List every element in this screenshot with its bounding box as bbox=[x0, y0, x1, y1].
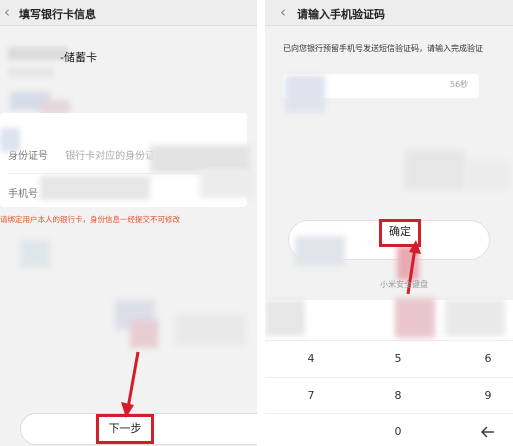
id-number-row[interactable]: 身份证号 银行卡对应的身份证号 bbox=[8, 147, 165, 162]
bank-card-info-screen: ‹ 填写银行卡信息 -储蓄卡 身份证号 银行卡对应的身份证号 手机号 请绑定用户… bbox=[0, 0, 257, 446]
panel-divider bbox=[257, 0, 265, 446]
key-6[interactable]: 6 bbox=[447, 341, 513, 377]
blurred-region bbox=[465, 160, 510, 190]
top-bar: ‹ 填写银行卡信息 bbox=[0, 0, 257, 26]
countdown-timer: 56秒 bbox=[450, 80, 469, 89]
key-0[interactable]: 0 bbox=[357, 414, 439, 446]
blurred-region bbox=[285, 75, 325, 113]
blurred-region bbox=[395, 298, 435, 338]
warning-text: 请绑定用户本人的银行卡，身份信息一经提交不可修改 bbox=[0, 215, 180, 224]
blurred-region bbox=[445, 300, 505, 336]
blurred-bank-name bbox=[8, 47, 68, 60]
id-number-label: 身份证号 bbox=[8, 151, 48, 162]
blurred-region bbox=[40, 176, 150, 200]
top-bar: ‹ 请输入手机验证码 bbox=[265, 0, 513, 26]
back-chevron-icon[interactable]: ‹ bbox=[4, 3, 10, 21]
sms-verification-screen: ‹ 请输入手机验证码 已向您银行预留手机号发送短信验证码，请输入完成验证 56秒… bbox=[265, 0, 513, 446]
blurred-card-number bbox=[8, 68, 54, 77]
blurred-region bbox=[405, 150, 465, 190]
page-title: 填写银行卡信息 bbox=[19, 8, 96, 21]
blurred-region bbox=[150, 145, 250, 173]
key-4[interactable]: 4 bbox=[270, 341, 352, 377]
blurred-region bbox=[295, 236, 345, 266]
card-type-label: -储蓄卡 bbox=[60, 51, 97, 64]
blurred-region bbox=[175, 315, 245, 345]
blurred-region bbox=[265, 300, 305, 336]
phone-label: 手机号 bbox=[8, 189, 38, 200]
back-chevron-icon[interactable]: ‹ bbox=[280, 3, 286, 21]
blurred-region bbox=[0, 128, 20, 152]
backspace-icon[interactable] bbox=[447, 414, 513, 446]
page-title: 请输入手机验证码 bbox=[297, 8, 385, 21]
red-arrow-icon bbox=[121, 351, 140, 418]
blurred-region bbox=[130, 320, 158, 348]
key-8[interactable]: 8 bbox=[357, 378, 439, 414]
blurred-region bbox=[20, 240, 50, 268]
keyboard-hint: 小米安全键盘 bbox=[380, 280, 428, 289]
blurred-region bbox=[40, 100, 70, 114]
key-5[interactable]: 5 bbox=[357, 341, 439, 377]
key-9[interactable]: 9 bbox=[447, 378, 513, 414]
verification-notice: 已向您银行预留手机号发送短信验证码，请输入完成验证 bbox=[283, 44, 483, 53]
phone-row[interactable]: 手机号 bbox=[8, 185, 38, 200]
blurred-region bbox=[200, 170, 255, 198]
key-7[interactable]: 7 bbox=[270, 378, 352, 414]
